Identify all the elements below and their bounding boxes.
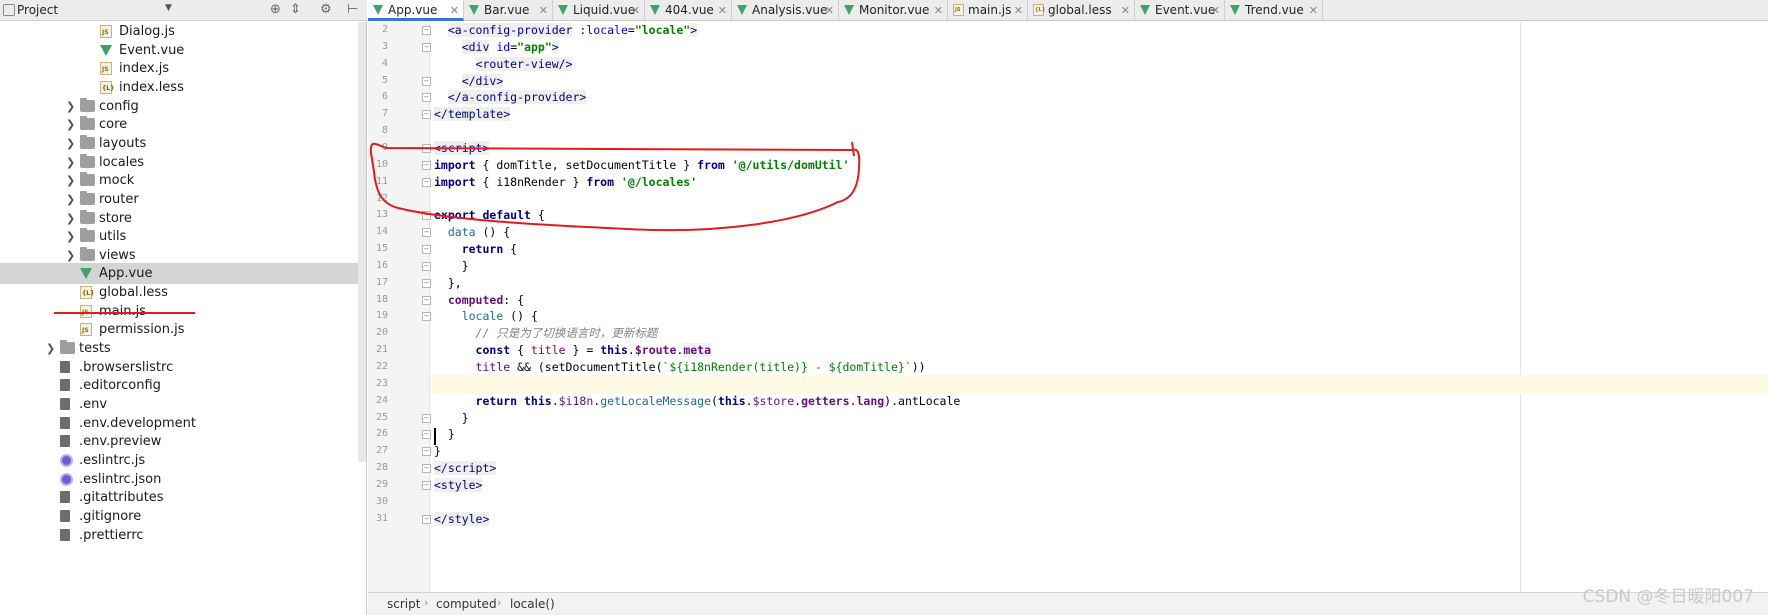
folder-icon <box>80 172 95 187</box>
close-icon[interactable]: ✕ <box>1121 0 1130 21</box>
breadcrumb-item[interactable]: script <box>387 597 420 611</box>
project-file-tree: JS Dialog.js Event.vue JS index.js {L} index.l… <box>0 22 367 615</box>
less-file-icon: {L} <box>100 80 114 94</box>
file-icon <box>60 398 70 410</box>
tab-label: App.vue <box>388 3 438 17</box>
annotation-underline <box>54 312 195 314</box>
annotation-circle <box>369 142 861 232</box>
vue-file-icon <box>373 5 383 15</box>
file-icon <box>60 509 70 522</box>
project-view-icon <box>3 4 15 16</box>
file-icon <box>60 416 70 429</box>
project-panel-title[interactable]: Project <box>17 3 58 17</box>
vue-file-icon <box>737 5 747 15</box>
project-panel-header: Project ▼ ⊕ ⇕ ⚙ ⊢ <box>0 0 367 21</box>
folder-icon <box>80 153 95 168</box>
folder-icon <box>80 190 95 205</box>
project-panel: Project ▼ ⊕ ⇕ ⚙ ⊢ JS Dialog.js Event.vue JS… <box>0 0 367 615</box>
editor-tab[interactable]: Bar.vue ✕ <box>464 0 553 21</box>
annotation-tick <box>851 141 855 157</box>
eslint-icon <box>60 453 73 467</box>
eslint-icon <box>60 472 73 486</box>
close-icon[interactable]: ✕ <box>934 0 943 21</box>
tab-label: Bar.vue <box>484 3 530 17</box>
close-icon[interactable]: ✕ <box>1211 0 1220 21</box>
file-icon <box>60 379 70 392</box>
editor-tab[interactable]: App.vue ✕ <box>368 0 464 21</box>
close-icon[interactable]: ✕ <box>1309 0 1318 21</box>
hide-icon[interactable]: ⊢ <box>347 2 358 18</box>
file-icon <box>60 491 70 504</box>
editor-tab-bar: App.vue ✕ Bar.vue ✕ Liquid.vue ✕ 404.vue ✕ Analy… <box>368 0 1768 21</box>
editor-tab[interactable]: Analysis.vue ✕ <box>732 0 839 21</box>
tree-scrollbar[interactable] <box>358 22 366 462</box>
folder-icon <box>80 246 95 261</box>
vue-file-icon <box>469 5 479 15</box>
tab-label: Monitor.vue <box>859 3 930 17</box>
close-icon[interactable]: ✕ <box>718 0 727 21</box>
tab-label: Event.vue <box>1155 3 1216 17</box>
breadcrumb-separator: › <box>497 596 502 609</box>
tree-item[interactable]: .prettierrc <box>0 525 360 546</box>
editor-tab[interactable]: {L} global.less ✕ <box>1028 0 1135 21</box>
tab-label: main.js <box>968 3 1012 17</box>
vue-file-icon <box>100 44 112 56</box>
vue-file-icon <box>80 268 92 280</box>
close-icon[interactable]: ✕ <box>450 0 459 21</box>
tab-label: 404.vue <box>665 3 714 17</box>
close-icon[interactable]: ✕ <box>825 0 834 21</box>
file-icon <box>60 360 70 373</box>
vue-file-icon <box>558 5 568 15</box>
editor-tab[interactable]: Event.vue ✕ <box>1135 0 1225 21</box>
folder-icon <box>80 228 95 243</box>
watermark: CSDN @冬日暖阳007 <box>1582 587 1754 607</box>
js-file-icon: JS <box>100 25 112 38</box>
target-icon[interactable]: ⊕ <box>270 2 281 18</box>
editor-tab[interactable]: 404.vue ✕ <box>645 0 732 21</box>
tab-label: global.less <box>1048 3 1112 17</box>
tab-label: Analysis.vue <box>752 3 828 17</box>
triangle-down-icon[interactable]: ▼ <box>165 3 172 13</box>
annotation-overlay <box>369 141 861 232</box>
less-file-icon: {L} <box>80 286 94 300</box>
js-file-icon: JS <box>953 4 964 16</box>
vue-file-icon <box>844 5 854 15</box>
tree-item-label: .prettierrc <box>79 527 144 543</box>
editor-tab[interactable]: Monitor.vue ✕ <box>839 0 948 21</box>
js-file-icon: JS <box>100 62 112 76</box>
breadcrumb-item[interactable]: locale() <box>510 597 555 611</box>
code-editor[interactable]: 2−3−4 5−6−7−8 9−10−11−12 13−14−15−16−17−18−… <box>368 22 1768 592</box>
folder-icon <box>80 134 95 149</box>
close-icon[interactable]: ✕ <box>631 0 640 21</box>
folder-icon <box>80 116 95 131</box>
less-file-icon: {L} <box>1033 4 1045 16</box>
vue-file-icon <box>650 5 660 15</box>
tab-label: Trend.vue <box>1245 3 1304 17</box>
folder-icon <box>80 97 95 112</box>
breadcrumb: script › computed › locale() <box>368 592 1768 615</box>
breadcrumb-separator: › <box>424 596 429 609</box>
js-file-icon: JS <box>80 323 92 337</box>
file-icon <box>60 435 70 448</box>
folder-icon <box>80 209 95 224</box>
vue-file-icon <box>1140 5 1150 15</box>
close-icon[interactable]: ✕ <box>539 0 548 21</box>
editor-tab[interactable]: Liquid.vue ✕ <box>553 0 645 21</box>
tab-label: Liquid.vue <box>573 3 636 17</box>
editor-tab[interactable]: Trend.vue ✕ <box>1225 0 1323 21</box>
gear-icon[interactable]: ⚙ <box>320 2 332 18</box>
close-icon[interactable]: ✕ <box>1014 0 1023 21</box>
folder-icon <box>60 340 75 355</box>
vue-file-icon <box>1230 5 1240 15</box>
editor-tab[interactable]: JS main.js ✕ <box>948 0 1028 21</box>
breadcrumb-item[interactable]: computed <box>436 597 497 611</box>
collapse-icon[interactable]: ⇕ <box>290 2 301 18</box>
file-icon <box>60 528 70 541</box>
